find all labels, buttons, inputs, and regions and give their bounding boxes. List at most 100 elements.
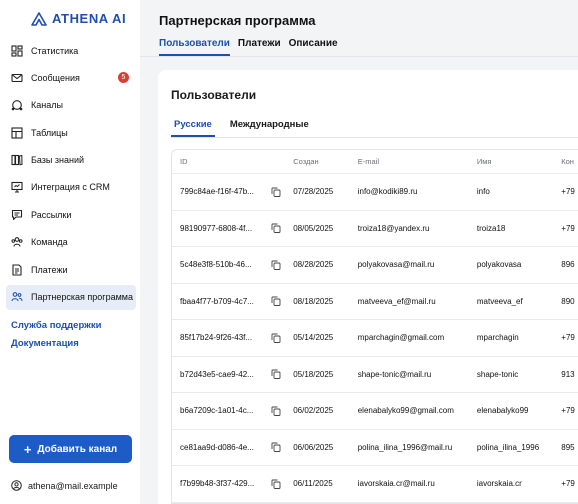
- sidebar-nav: Статистика Сообщения 5 Каналы Таблицы Ба…: [6, 38, 136, 312]
- user-avatar-icon: [11, 480, 22, 491]
- column-header-email[interactable]: E-mail: [358, 157, 477, 166]
- user-id: 5c48e3f8-510b-46...: [180, 260, 252, 270]
- users-card-title: Пользователи: [171, 88, 257, 102]
- created-date: 08/28/2025: [293, 260, 334, 270]
- user-account[interactable]: athena@mail.example: [11, 480, 118, 491]
- subtabs-divider: [171, 137, 578, 138]
- sidebar-item-payments[interactable]: Платежи: [6, 257, 136, 282]
- column-header-contact[interactable]: Кон: [561, 157, 578, 166]
- created-date: 08/05/2025: [293, 223, 334, 233]
- user-email-cell: troiza18@yandex.ru: [357, 223, 430, 233]
- tab-description[interactable]: Описание: [289, 38, 338, 56]
- created-date: 06/11/2025: [293, 479, 333, 489]
- sidebar-item-crm[interactable]: Интеграция с CRM: [6, 175, 136, 200]
- sidebar-item-messages[interactable]: Сообщения 5: [6, 65, 136, 90]
- user-contact: 896: [561, 260, 575, 270]
- knowledge-base-icon: [11, 154, 23, 166]
- athena-logo-icon: [31, 11, 47, 26]
- user-email-cell: mparchagin@gmail.com: [357, 333, 445, 343]
- user-name: mparchagin: [476, 333, 519, 343]
- created-date: 05/14/2025: [293, 333, 334, 343]
- copy-icon[interactable]: [271, 333, 281, 343]
- copy-icon[interactable]: [271, 406, 281, 416]
- crm-icon: [11, 182, 23, 194]
- tab-users[interactable]: Пользователи: [159, 38, 230, 56]
- tab-russian[interactable]: Русские: [171, 119, 215, 137]
- newsletter-icon: [11, 209, 23, 220]
- user-name: polina_ilina_1996: [476, 442, 540, 452]
- sidebar-item-newsletters[interactable]: Рассылки: [6, 202, 136, 227]
- user-name: troiza18: [476, 223, 506, 233]
- copy-icon[interactable]: [271, 479, 281, 489]
- sidebar-item-label: Партнерская программа: [31, 292, 133, 303]
- user-email: athena@mail.example: [28, 480, 118, 491]
- user-email-cell: info@kodiki89.ru: [357, 187, 418, 197]
- sidebar-item-statistics[interactable]: Статистика: [6, 38, 136, 63]
- payments-icon: [12, 264, 22, 276]
- table-row: f7b99b48-3f37-429... 06/11/2025 iavorska…: [172, 466, 578, 503]
- add-channel-label: Добавить канал: [37, 443, 118, 455]
- user-contact: +79: [561, 479, 575, 489]
- table-row: 5c48e3f8-510b-46... 08/28/2025 polyakova…: [172, 247, 578, 284]
- user-contact: 913: [561, 369, 575, 379]
- users-card: Пользователи Русские Международные ID Со…: [158, 70, 578, 504]
- sidebar-item-partner-program[interactable]: Партнерская программа: [6, 284, 136, 310]
- created-date: 06/02/2025: [293, 406, 334, 416]
- docs-link[interactable]: Документация: [11, 338, 79, 349]
- table-header-row: ID Создан E-mail Имя Кон: [172, 150, 578, 174]
- column-header-created[interactable]: Создан: [291, 157, 358, 166]
- sidebar-item-label: Интеграция с CRM: [31, 182, 110, 193]
- table-row: b72d43e5-cae9-42... 05/18/2025 shape-ton…: [172, 357, 578, 393]
- user-contact: 890: [561, 296, 575, 306]
- sidebar-item-channels[interactable]: Каналы: [6, 93, 136, 118]
- sidebar-item-tables[interactable]: Таблицы: [6, 120, 136, 145]
- team-icon: [11, 237, 23, 247]
- user-contact: +79: [561, 187, 575, 197]
- user-email-cell: polina_ilina_1996@mail.ru: [357, 442, 453, 452]
- copy-icon[interactable]: [271, 369, 281, 380]
- add-channel-button[interactable]: + Добавить канал: [9, 435, 132, 463]
- table-row: fbaa4f77-b709-4c7... 08/18/2025 matveeva…: [172, 284, 578, 320]
- plus-icon: +: [23, 441, 32, 457]
- brand-name: ATHENA AI: [52, 11, 127, 26]
- copy-icon[interactable]: [271, 442, 281, 453]
- user-id: b72d43e5-cae9-42...: [180, 369, 254, 379]
- channels-icon: [11, 100, 23, 111]
- user-id: 98190977-6808-4f...: [180, 223, 253, 233]
- user-id: f7b99b48-3f37-429...: [180, 479, 255, 489]
- user-id: 85f17b24-9f26-43f...: [180, 333, 253, 343]
- copy-icon[interactable]: [271, 296, 281, 307]
- tab-international[interactable]: Международные: [227, 119, 312, 137]
- logo[interactable]: ATHENA AI: [0, 0, 140, 30]
- support-link[interactable]: Служба поддержки: [11, 320, 101, 331]
- copy-icon[interactable]: [271, 223, 281, 234]
- user-contact: +79: [561, 223, 575, 233]
- table-icon: [11, 127, 23, 139]
- table-row: ce81aa9d-d086-4e... 06/06/2025 polina_il…: [172, 430, 578, 466]
- sidebar-item-label: Сообщения: [31, 72, 80, 83]
- user-email-cell: elenabalyko99@gmail.com: [357, 406, 454, 416]
- copy-icon[interactable]: [271, 187, 281, 197]
- user-name: elenabalyko99: [476, 406, 529, 416]
- partner-icon: [11, 292, 23, 302]
- user-name: polyakovasa: [476, 260, 522, 270]
- created-date: 07/28/2025: [293, 187, 334, 197]
- column-header-id[interactable]: ID: [172, 157, 291, 166]
- user-id: ce81aa9d-d086-4e...: [180, 442, 254, 452]
- tab-payments[interactable]: Платежи: [238, 38, 281, 56]
- user-id: b6a7209c-1a01-4c...: [180, 406, 254, 416]
- sidebar: ATHENA AI Статистика Сообщения 5 Каналы …: [0, 0, 140, 504]
- unread-badge: 5: [118, 72, 129, 84]
- sidebar-item-label: Таблицы: [31, 127, 68, 138]
- sidebar-item-label: Базы знаний: [31, 155, 85, 166]
- sidebar-item-label: Каналы: [31, 100, 63, 111]
- page-title: Партнерская программа: [159, 13, 316, 28]
- sidebar-item-team[interactable]: Команда: [6, 230, 136, 255]
- copy-icon[interactable]: [271, 260, 281, 270]
- sidebar-item-knowledge-base[interactable]: Базы знаний: [6, 148, 136, 173]
- created-date: 06/06/2025: [293, 442, 334, 452]
- user-contact: +79: [561, 333, 575, 343]
- mail-icon: [11, 73, 23, 82]
- column-header-name[interactable]: Имя: [477, 157, 561, 166]
- user-email-cell: shape-tonic@mail.ru: [357, 369, 432, 379]
